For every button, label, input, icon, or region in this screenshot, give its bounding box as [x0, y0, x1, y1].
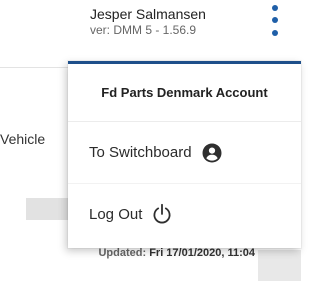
user-name: Jesper Salmansen — [90, 6, 206, 22]
user-info: Jesper Salmansen ver: DMM 5 - 1.56.9 — [90, 6, 206, 37]
to-switchboard-label: To Switchboard — [89, 144, 192, 161]
updated-status: Updated: Fri 17/01/2020, 11:04 — [0, 247, 255, 259]
divider — [0, 67, 68, 68]
to-switchboard-menu-item[interactable]: To Switchboard — [68, 122, 301, 183]
log-out-menu-item[interactable]: Log Out — [68, 183, 301, 244]
background-panel — [258, 250, 301, 281]
updated-value: Fri 17/01/2020, 11:04 — [149, 247, 255, 259]
log-out-label: Log Out — [89, 205, 143, 223]
account-dropdown-menu: Fd Parts Denmark Account To Switchboard … — [68, 61, 301, 248]
power-icon — [152, 203, 172, 225]
kebab-menu-icon[interactable] — [270, 3, 280, 43]
user-circle-icon — [202, 143, 222, 163]
vehicle-label: Vehicle — [0, 131, 46, 147]
updated-label: Updated: — [98, 247, 147, 259]
app-version: ver: DMM 5 - 1.56.9 — [90, 23, 197, 37]
account-title: Fd Parts Denmark Account — [68, 64, 301, 122]
background-bar — [26, 198, 70, 220]
